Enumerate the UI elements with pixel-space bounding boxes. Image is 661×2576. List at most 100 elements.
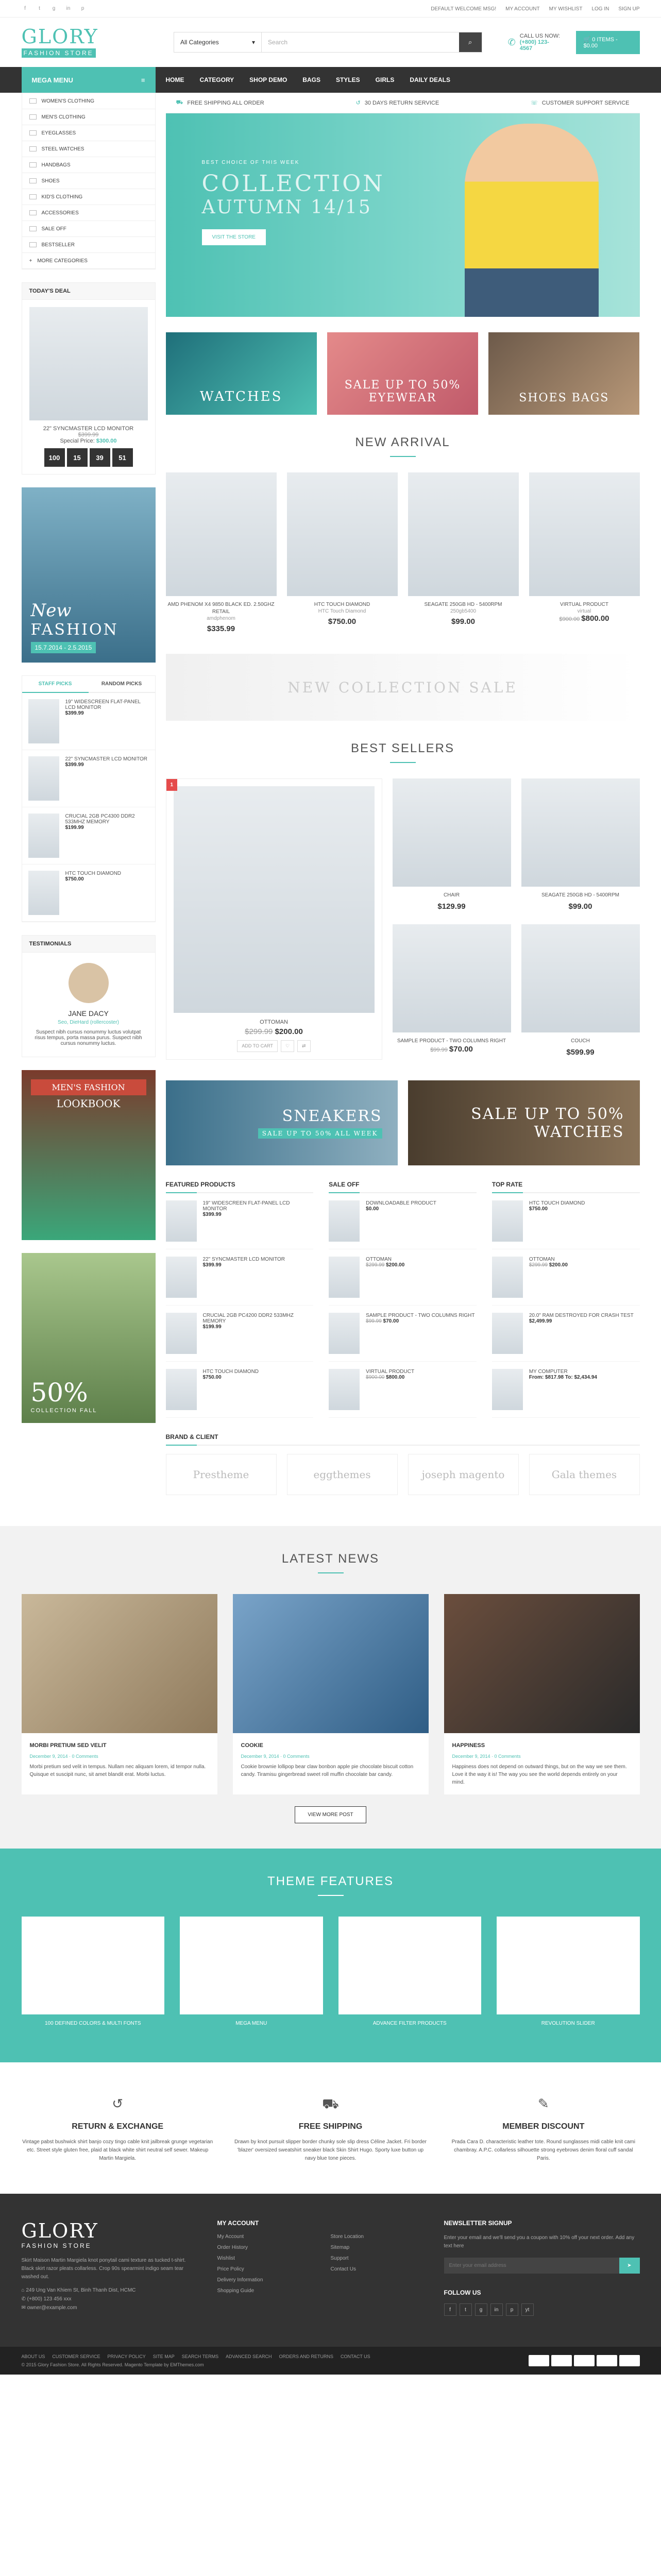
cart-button[interactable]: 🛒 0 ITEMS - $0.00: [576, 30, 640, 54]
category-item[interactable]: BESTSELLER: [22, 237, 155, 253]
deal-product-name[interactable]: 22" SYNCMASTER LCD MONITOR: [29, 426, 148, 432]
list-item[interactable]: 22" SYNCMASTER LCD MONITOR $399.99: [165, 1249, 314, 1306]
list-item[interactable]: CRUCIAL 2GB PC4300 DDR2 533MHZ MEMORY $19…: [22, 807, 155, 865]
bottom-link[interactable]: PRIVACY POLICY: [108, 2354, 146, 2359]
list-item[interactable]: OTTOMAN $299.99 $200.00: [491, 1249, 640, 1306]
nav-category[interactable]: CATEGORY: [200, 76, 234, 83]
feature-card[interactable]: 100 DEFINED COLORS & MULTI FONTS: [21, 1917, 164, 2026]
twitter-icon[interactable]: t: [36, 5, 43, 12]
hero-cta-button[interactable]: VISIT THE STORE: [201, 229, 266, 245]
product-card[interactable]: VIRTUAL PRODUCT virtual $900.00 $800.00: [529, 472, 640, 633]
facebook-icon[interactable]: f: [22, 5, 29, 12]
product-card[interactable]: COUCH $599.99: [521, 924, 640, 1060]
newsletter-submit-button[interactable]: ➤: [619, 2258, 640, 2274]
site-logo[interactable]: GLORY FASHION STORE: [21, 27, 143, 58]
shoes-banner[interactable]: SHOES BAGS: [488, 332, 640, 415]
category-item[interactable]: STEEL WATCHES: [22, 141, 155, 157]
wishlist-icon[interactable]: ♡: [280, 1040, 295, 1052]
product-card[interactable]: AMD PHENOM X4 9850 BLACK ED. 2.50GHZ RET…: [165, 472, 277, 633]
facebook-icon[interactable]: f: [444, 2303, 456, 2316]
search-category-select[interactable]: All Categories ▾: [174, 32, 262, 52]
newsletter-email-input[interactable]: Enter your email address: [444, 2258, 619, 2274]
bottom-link[interactable]: ABOUT US: [22, 2354, 45, 2359]
eyewear-banner[interactable]: SALE UP TO 50% EYEWEAR: [327, 332, 479, 415]
linkedin-icon[interactable]: in: [490, 2303, 503, 2316]
list-item[interactable]: DOWNLOADABLE PRODUCT $0.00: [329, 1193, 477, 1249]
list-item[interactable]: 20.0" RAM DESTROYED FOR CRASH TEST $2,499…: [491, 1306, 640, 1362]
login-link[interactable]: LOG IN: [591, 6, 609, 12]
brand-logo[interactable]: Gala themes: [529, 1454, 640, 1495]
product-card[interactable]: CHAIR $129.99: [392, 778, 511, 914]
category-item[interactable]: SALE OFF: [22, 221, 155, 237]
brand-logo[interactable]: Prestheme: [165, 1454, 277, 1495]
deal-product-image[interactable]: [29, 307, 148, 420]
nav-styles[interactable]: STYLES: [336, 76, 360, 83]
new-fashion-banner[interactable]: New FASHION 15.7.2014 - 2.5.2015: [21, 487, 156, 663]
news-card[interactable]: COOKIE December 9, 2014 · 0 Comments Cooki…: [232, 1594, 429, 1794]
list-item[interactable]: CRUCIAL 2GB PC4200 DDR2 533MHZ MEMORY $19…: [165, 1306, 314, 1362]
add-to-cart-button[interactable]: ADD TO CART: [237, 1040, 278, 1052]
collection-wide-banner[interactable]: NEW COLLECTION SALE: [165, 654, 640, 721]
feature-card[interactable]: MEGA MENU: [180, 1917, 323, 2026]
product-card[interactable]: SEAGATE 250GB HD - 5400RPM $99.00: [521, 778, 640, 914]
bottom-link[interactable]: SEARCH TERMS: [182, 2354, 218, 2359]
sneakers-banner[interactable]: SNEAKERS SALE UP TO 50% ALL WEEK: [165, 1080, 398, 1165]
list-item[interactable]: OTTOMAN $299.99 $200.00: [329, 1249, 477, 1306]
category-item[interactable]: ACCESSORIES: [22, 205, 155, 221]
footer-email[interactable]: owner@example.com: [27, 2305, 77, 2311]
footer-link[interactable]: My Account: [217, 2234, 310, 2240]
my-account-link[interactable]: MY ACCOUNT: [505, 6, 540, 12]
footer-link[interactable]: Delivery Information: [217, 2277, 310, 2283]
bottom-link[interactable]: CUSTOMER SERVICE: [52, 2354, 100, 2359]
footer-link[interactable]: Order History: [217, 2245, 310, 2250]
news-card[interactable]: MORBI PRETIUM SED VELIT December 9, 2014 …: [21, 1594, 217, 1794]
brand-logo[interactable]: eggthemes: [286, 1454, 398, 1495]
nav-daily-deals[interactable]: DAILY DEALS: [410, 76, 450, 83]
news-card[interactable]: HAPPINESS December 9, 2014 · 0 Comments Ha…: [444, 1594, 640, 1794]
google-plus-icon[interactable]: g: [50, 5, 58, 12]
list-item[interactable]: HTC TOUCH DIAMOND $750.00: [165, 1362, 314, 1418]
list-item[interactable]: SAMPLE PRODUCT - TWO COLUMNS RIGHT $99.99…: [329, 1306, 477, 1362]
view-more-posts-button[interactable]: VIEW MORE POST: [295, 1806, 366, 1823]
nav-girls[interactable]: GIRLS: [376, 76, 395, 83]
brand-logo[interactable]: joseph magento: [408, 1454, 519, 1495]
bottom-link[interactable]: ORDERS AND RETURNS: [279, 2354, 333, 2359]
category-item[interactable]: SHOES: [22, 173, 155, 189]
product-card[interactable]: HTC TOUCH DIAMOND HTC Touch Diamond $750.0…: [286, 472, 398, 633]
list-item[interactable]: MY COMPUTER From: $817.98 To: $2,434.94: [491, 1362, 640, 1418]
bottom-link[interactable]: ADVANCED SEARCH: [226, 2354, 272, 2359]
list-item[interactable]: HTC TOUCH DIAMOND $750.00: [22, 865, 155, 922]
category-item[interactable]: HANDBAGS: [22, 157, 155, 173]
nav-shop-demo[interactable]: SHOP DEMO: [249, 76, 287, 83]
more-categories[interactable]: + MORE CATEGORIES: [22, 253, 155, 269]
category-item[interactable]: WOMEN'S CLOTHING: [22, 93, 155, 109]
nav-home[interactable]: HOME: [166, 76, 184, 83]
list-item[interactable]: 19" WIDESCREEN FLAT-PANEL LCD MONITOR $39…: [165, 1193, 314, 1249]
list-item[interactable]: VIRTUAL PRODUCT $900.00 $800.00: [329, 1362, 477, 1418]
tab-random-picks[interactable]: RANDOM PICKS: [88, 676, 155, 693]
list-item[interactable]: HTC TOUCH DIAMOND $750.00: [491, 1193, 640, 1249]
list-item[interactable]: 19" WIDESCREEN FLAT-PANEL LCD MONITOR $39…: [22, 693, 155, 750]
product-card[interactable]: SAMPLE PRODUCT - TWO COLUMNS RIGHT $99.99…: [392, 924, 511, 1060]
feature-card[interactable]: ADVANCE FILTER PRODUCTS: [338, 1917, 481, 2026]
watches-banner[interactable]: WATCHES: [165, 332, 317, 415]
category-item[interactable]: MEN'S CLOTHING: [22, 109, 155, 125]
mega-menu-toggle[interactable]: MEGA MENU ≡: [21, 67, 156, 93]
search-button[interactable]: ⌕: [459, 32, 482, 52]
google-plus-icon[interactable]: g: [474, 2303, 487, 2316]
bottom-link[interactable]: SITE MAP: [153, 2354, 175, 2359]
category-item[interactable]: EYEGLASSES: [22, 125, 155, 141]
youtube-icon[interactable]: yt: [521, 2303, 534, 2316]
bottom-link[interactable]: CONTACT US: [341, 2354, 370, 2359]
signup-link[interactable]: SIGN UP: [618, 6, 639, 12]
footer-link[interactable]: Shopping Guide: [217, 2288, 310, 2294]
lookbook-banner[interactable]: MEN'S FASHION LOOKBOOK: [21, 1070, 156, 1240]
my-wishlist-link[interactable]: MY WISHLIST: [549, 6, 583, 12]
watches-sale-banner[interactable]: SALE UP TO 50% WATCHES: [408, 1080, 640, 1165]
twitter-icon[interactable]: t: [459, 2303, 472, 2316]
footer-link[interactable]: Sitemap: [331, 2245, 423, 2250]
footer-link[interactable]: Wishlist: [217, 2256, 310, 2261]
feature-card[interactable]: REVOLUTION SLIDER: [497, 1917, 640, 2026]
search-input[interactable]: Search: [262, 32, 459, 52]
category-item[interactable]: KID'S CLOTHING: [22, 189, 155, 205]
